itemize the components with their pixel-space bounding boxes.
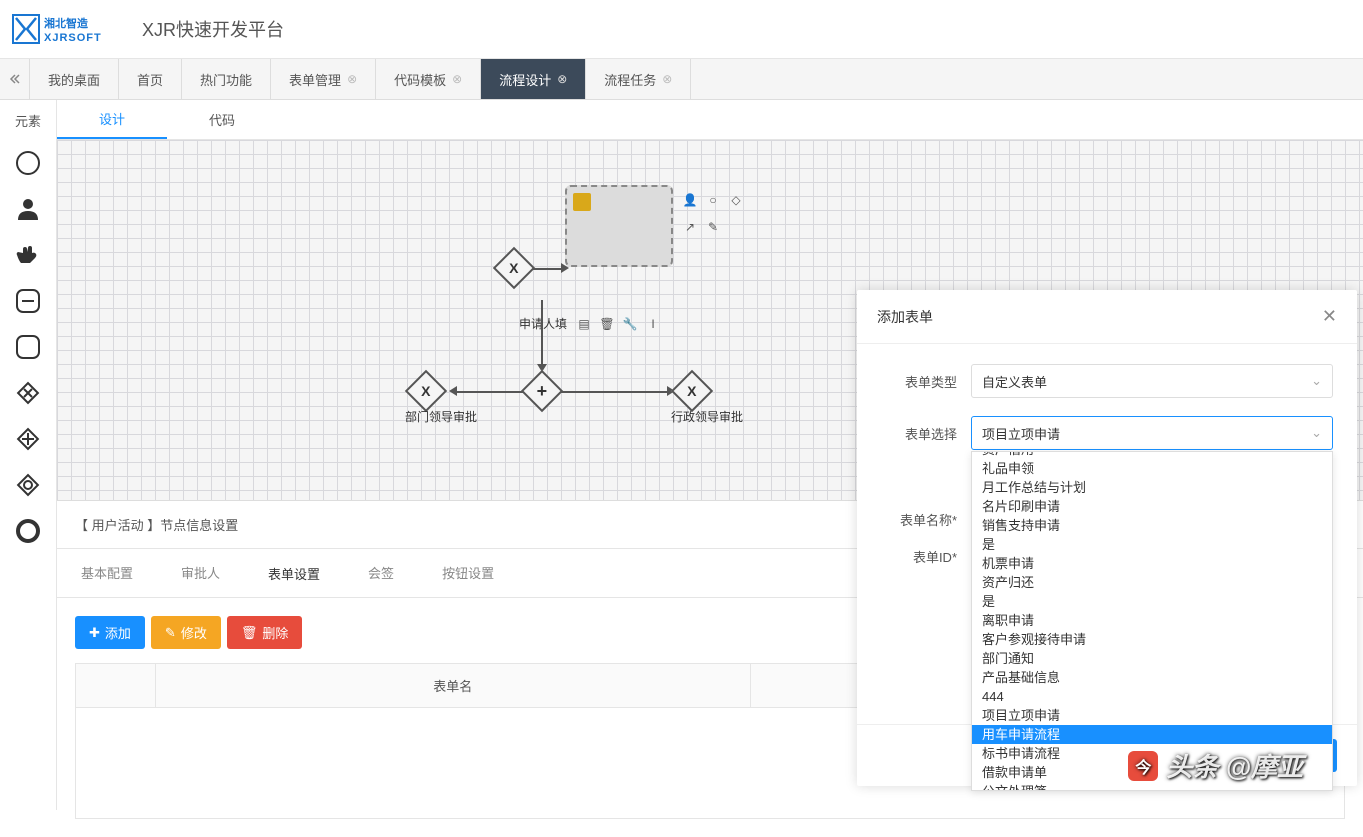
select-form-type[interactable]: 自定义表单 ⌄ [971, 364, 1333, 398]
dropdown-option[interactable]: 离职申请 [972, 611, 1332, 630]
dropdown-option[interactable]: 用车申请流程 [972, 725, 1332, 744]
design-subtabs: 设计 代码 [57, 100, 1363, 140]
ctx-edit-icon[interactable]: ✎ [704, 218, 722, 236]
tab-热门功能[interactable]: 热门功能 [182, 59, 271, 99]
label-form-select: 表单选择 [881, 424, 971, 443]
hand-tool-icon[interactable] [13, 240, 43, 270]
subtab-design[interactable]: 设计 [57, 100, 167, 139]
dropdown-option[interactable]: 是 [972, 535, 1332, 554]
rounded-box-icon[interactable] [13, 332, 43, 362]
tool-diagram-icon[interactable]: ▤ [575, 315, 593, 333]
dropdown-option[interactable]: 礼品申领 [972, 459, 1332, 478]
chevron-down-icon: ⌄ [1311, 373, 1322, 389]
dropdown-option[interactable]: 项目立项申请 [972, 706, 1332, 725]
dropdown-option[interactable]: 月工作总结与计划 [972, 478, 1332, 497]
svg-text:湘北智造: 湘北智造 [44, 16, 89, 30]
element-palette: 元素 [0, 100, 57, 810]
main-tabbar: 我的桌面首页热门功能表单管理⊗代码模板⊗流程设计⊗流程任务⊗ [0, 59, 1363, 100]
tool-char-icon[interactable]: I [644, 315, 662, 333]
select-form-choice[interactable]: 项目立项申请 ⌄ [971, 416, 1333, 450]
tool-wrench-icon[interactable]: 🔧 [621, 315, 639, 333]
tab-流程设计[interactable]: 流程设计⊗ [481, 59, 586, 99]
diamond-x-icon[interactable] [13, 378, 43, 408]
subtab-code[interactable]: 代码 [167, 100, 277, 139]
edit-button[interactable]: ✎修改 [151, 616, 221, 649]
user-task-node[interactable]: 申请人填 ▤ 🗑 🔧 I 👤 ○ ◇ ↗ ✎ [565, 185, 673, 267]
circle-tool-icon[interactable] [13, 148, 43, 178]
label-form-name: 表单名称* [881, 510, 971, 529]
ctx-user-icon[interactable]: 👤 [681, 191, 699, 209]
dropdown-option[interactable]: 部门通知 [972, 649, 1332, 668]
dropdown-option[interactable]: 是 [972, 592, 1332, 611]
tab-表单管理[interactable]: 表单管理⊗ [271, 59, 376, 99]
ctx-diamond-icon[interactable]: ◇ [727, 191, 745, 209]
panel-tab-会签[interactable]: 会签 [344, 549, 418, 597]
trash-icon: 🗑 [241, 625, 258, 641]
gateway-admin-label: 行政领导审批 [671, 408, 743, 425]
tab-代码模板[interactable]: 代码模板⊗ [376, 59, 481, 99]
ctx-circle-icon[interactable]: ○ [704, 191, 722, 209]
user-tool-icon[interactable] [13, 194, 43, 224]
logo: 湘北智造 XJRSOFT [12, 11, 132, 47]
close-icon[interactable]: ⊗ [557, 72, 567, 86]
label-form-type: 表单类型 [881, 372, 971, 391]
collapse-tabs-icon[interactable] [0, 59, 30, 99]
close-icon[interactable]: ⊗ [452, 72, 462, 86]
ctx-arrow-icon[interactable]: ↗ [681, 218, 699, 236]
add-button[interactable]: ✚添加 [75, 616, 145, 649]
palette-title: 元素 [0, 100, 56, 140]
person-badge-icon [573, 193, 591, 211]
gateway-parallel[interactable]: + [527, 376, 557, 406]
chevron-down-icon: ⌄ [1311, 425, 1322, 441]
form-dropdown[interactable]: 资产借用礼品申领月工作总结与计划名片印刷申请销售支持申请是机票申请资产归还是离职… [971, 451, 1333, 791]
add-form-modal: 添加表单 ✕ 表单类型 自定义表单 ⌄ 表单选择 项目立项申请 ⌄ 资产借用礼品… [857, 290, 1357, 786]
minus-box-icon[interactable] [13, 286, 43, 316]
close-icon[interactable]: ⊗ [662, 72, 672, 86]
edit-icon: ✎ [165, 625, 176, 641]
brand-logo-icon: 湘北智造 XJRSOFT [12, 11, 132, 47]
panel-tab-按钮设置[interactable]: 按钮设置 [418, 549, 518, 597]
tab-流程任务[interactable]: 流程任务⊗ [586, 59, 691, 99]
app-title: XJR快速开发平台 [142, 16, 284, 42]
dropdown-option[interactable]: 销售支持申请 [972, 516, 1332, 535]
dropdown-option[interactable]: 资产归还 [972, 573, 1332, 592]
panel-tab-审批人[interactable]: 审批人 [157, 549, 244, 597]
tab-我的桌面[interactable]: 我的桌面 [30, 59, 119, 99]
svg-text:XJRSOFT: XJRSOFT [44, 32, 102, 44]
watermark-logo-icon: 今 [1128, 751, 1158, 781]
dropdown-option[interactable]: 产品基础信息 [972, 668, 1332, 687]
gateway-admin[interactable]: X 行政领导审批 [677, 376, 707, 406]
gateway-dept-label: 部门领导审批 [405, 408, 477, 425]
dropdown-option[interactable]: 机票申请 [972, 554, 1332, 573]
plus-icon: ✚ [89, 625, 100, 641]
close-icon[interactable]: ✕ [1322, 306, 1337, 327]
bold-circle-icon[interactable] [13, 516, 43, 546]
label-form-id: 表单ID* [881, 547, 971, 566]
modal-title: 添加表单 [877, 307, 933, 327]
diamond-circle-icon[interactable] [13, 470, 43, 500]
dropdown-option[interactable]: 客户参观接待申请 [972, 630, 1332, 649]
dropdown-option[interactable]: 444 [972, 687, 1332, 706]
gateway-dept[interactable]: X 部门领导审批 [411, 376, 441, 406]
gateway-start[interactable]: X [499, 253, 529, 283]
dropdown-option[interactable]: 资产借用 [972, 451, 1332, 459]
panel-tab-表单设置[interactable]: 表单设置 [244, 549, 344, 597]
tab-首页[interactable]: 首页 [119, 59, 182, 99]
col-form-name: 表单名 [156, 664, 751, 707]
dropdown-option[interactable]: 名片印刷申请 [972, 497, 1332, 516]
delete-button[interactable]: 🗑删除 [227, 616, 303, 649]
tool-trash-icon[interactable]: 🗑 [598, 315, 616, 333]
diamond-plus-icon[interactable] [13, 424, 43, 454]
close-icon[interactable]: ⊗ [347, 72, 357, 86]
watermark: 今 头条 @摩亚 [1128, 747, 1303, 784]
task-label: 申请人填 [519, 315, 567, 332]
panel-tab-基本配置[interactable]: 基本配置 [57, 549, 157, 597]
col-blank [76, 664, 156, 707]
app-header: 湘北智造 XJRSOFT XJR快速开发平台 [0, 0, 1363, 59]
